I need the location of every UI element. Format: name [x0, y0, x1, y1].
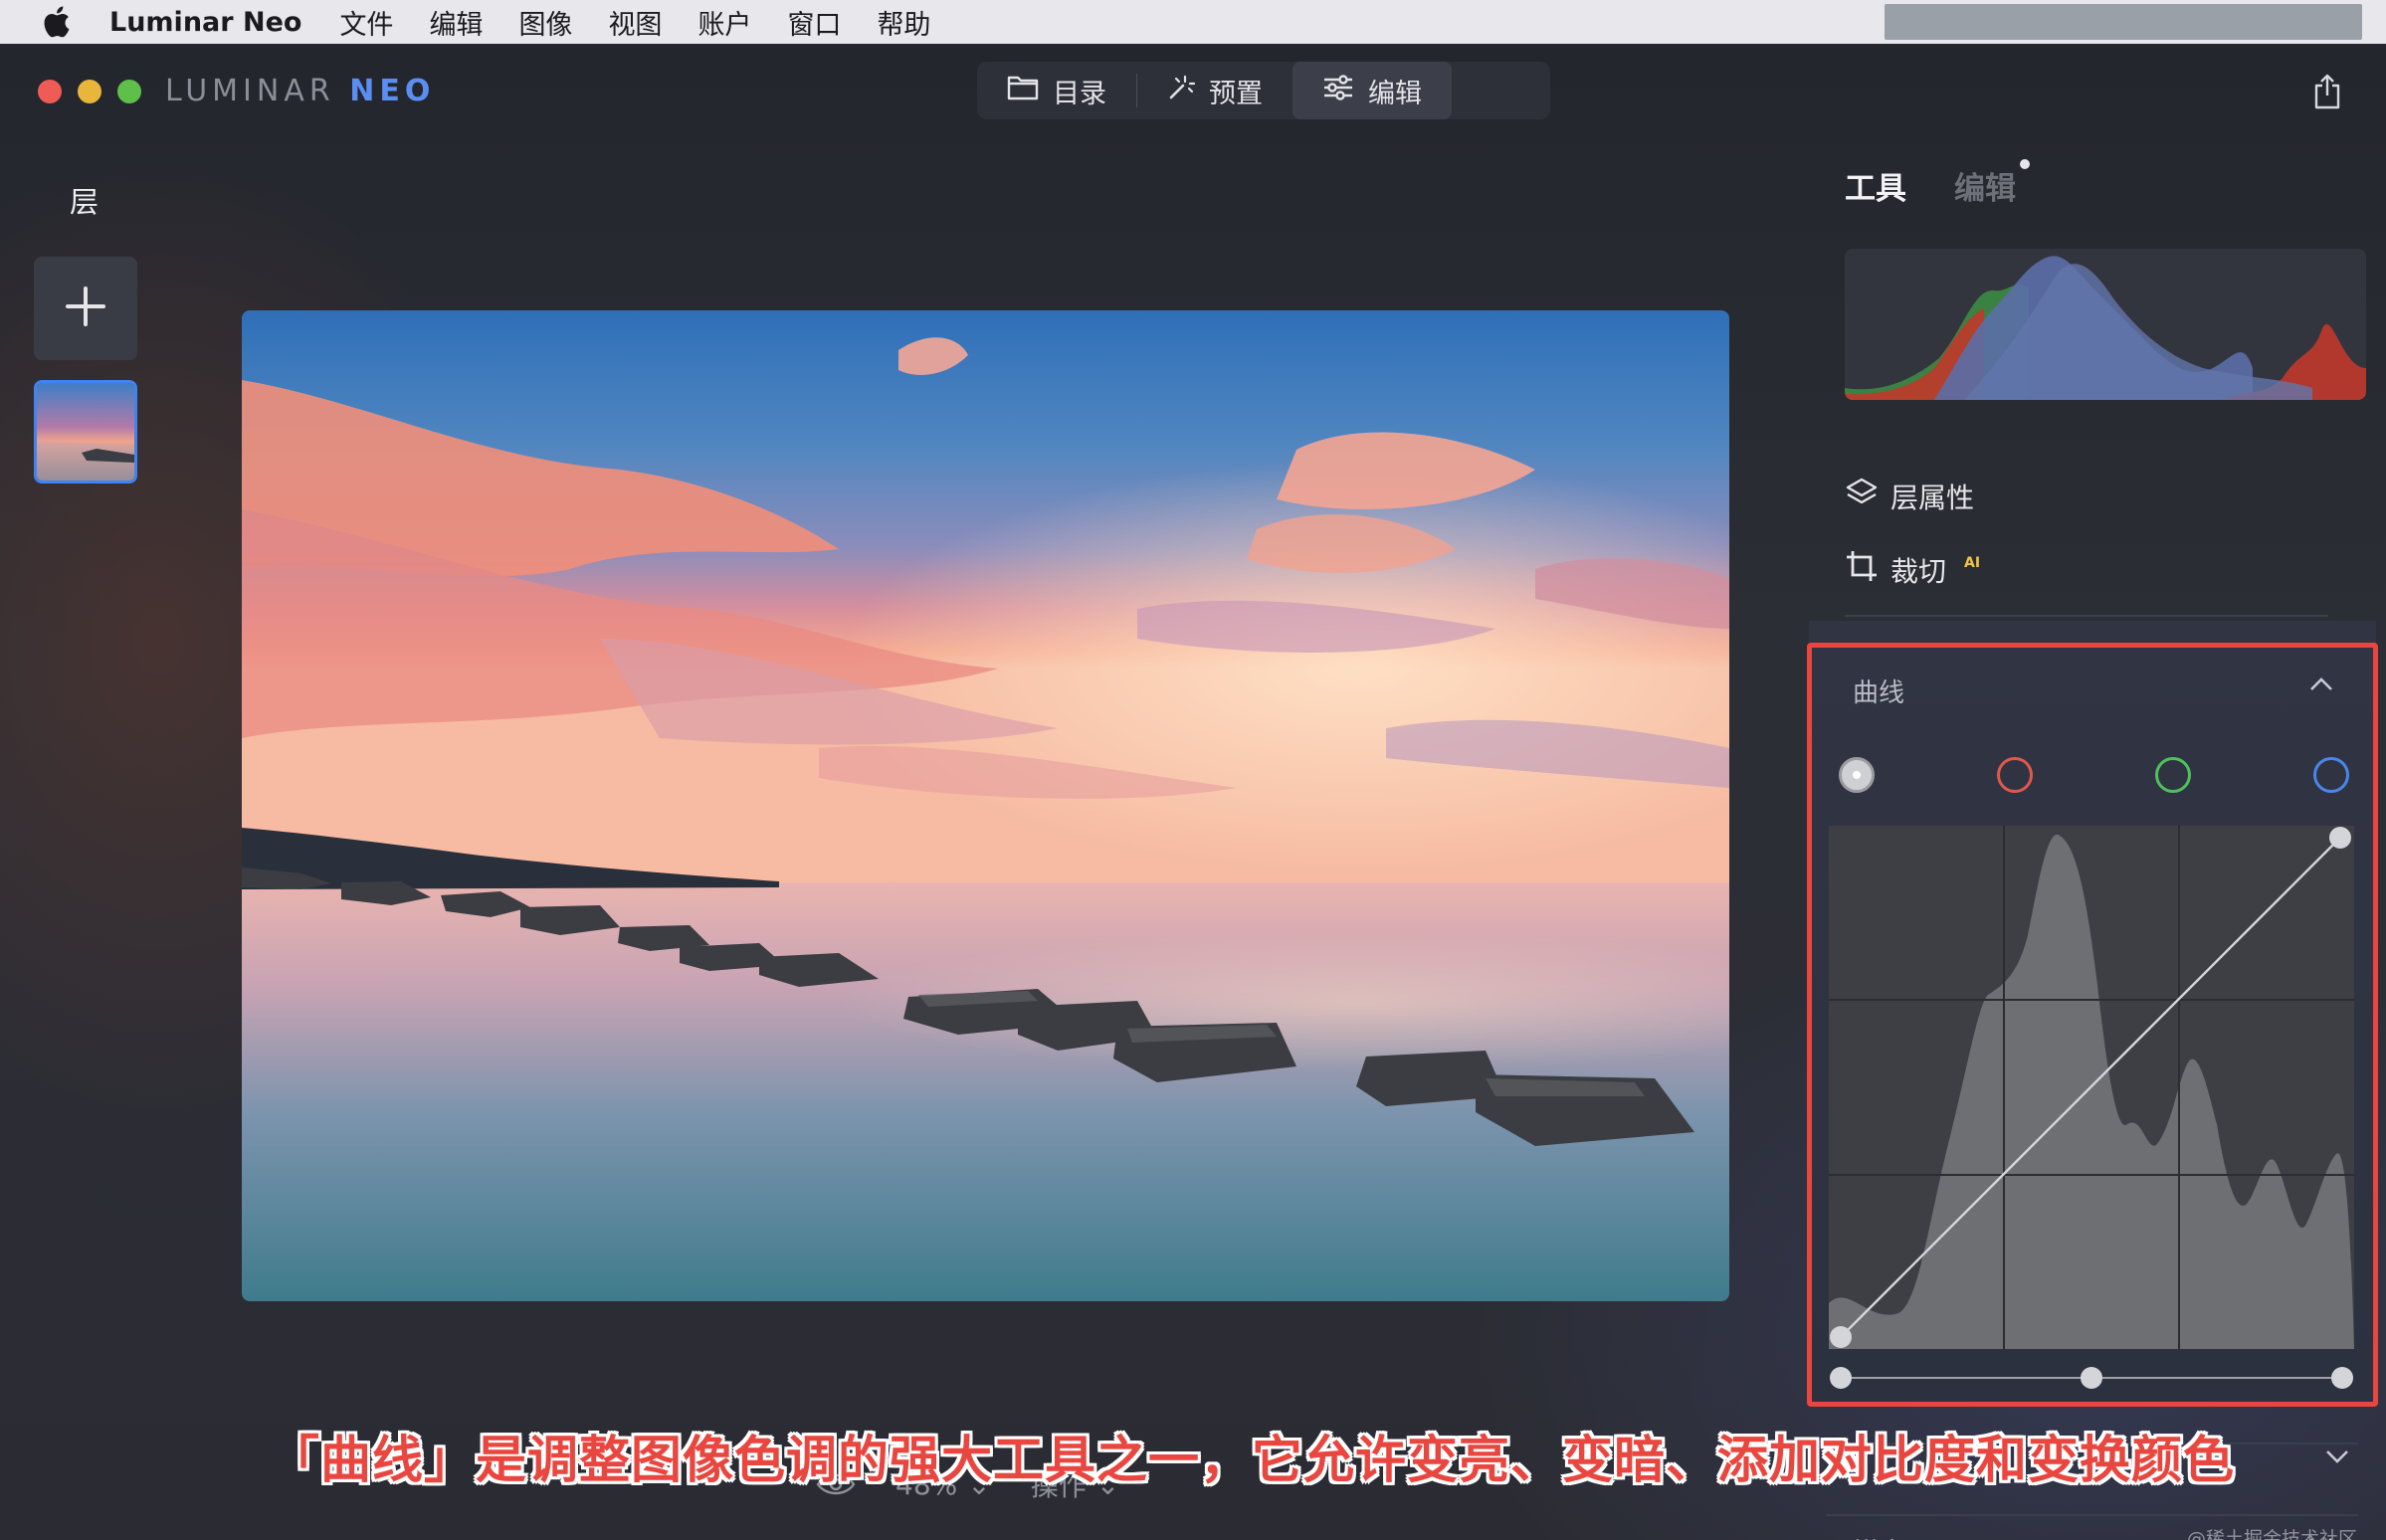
- tab-edit[interactable]: 编辑: [1292, 62, 1452, 119]
- sliders-icon: [1322, 74, 1354, 108]
- crop-icon: [1845, 549, 1879, 590]
- menubar-status-area: [1885, 4, 2362, 40]
- panel-divider: [1827, 1514, 2358, 1516]
- plus-icon: [64, 285, 107, 332]
- mode-tabs: 目录 预置 编辑: [977, 62, 1550, 119]
- panel-divider: [1845, 615, 2328, 617]
- magic-wand-icon: [1167, 74, 1196, 108]
- subtitle-caption: 「曲线」是调整图像色调的强大工具之一，它允许变亮、变暗、添加对比度和变换颜色: [269, 1432, 2236, 1490]
- layer-thumbnail[interactable]: [34, 380, 137, 483]
- tab-tools[interactable]: 工具: [1845, 163, 1906, 208]
- menu-file[interactable]: 文件: [339, 3, 393, 42]
- sharpness-tool-label[interactable]: 锐度: [1853, 1532, 1904, 1540]
- apple-icon[interactable]: [36, 2, 76, 42]
- tab-edits[interactable]: 编辑: [1954, 159, 2030, 208]
- layers-stack-icon: [1845, 476, 1879, 516]
- app-window: LUMINAR NEO 目录 预置 编辑 层 48% ⌄ 操作 ⌄ 工具 编辑 …: [0, 44, 2386, 1540]
- watermark: @稀土掘金技术社区: [2187, 1528, 2358, 1540]
- edits-indicator-dot: [2020, 159, 2030, 169]
- layer-properties-row[interactable]: 层属性: [1845, 476, 1974, 516]
- menu-help[interactable]: 帮助: [877, 3, 930, 42]
- menu-edit[interactable]: 编辑: [429, 3, 483, 42]
- close-window-button[interactable]: [38, 80, 62, 103]
- tab-presets-label: 预置: [1209, 78, 1263, 109]
- menu-image[interactable]: 图像: [518, 3, 572, 42]
- tab-presets[interactable]: 预置: [1137, 62, 1292, 119]
- minimize-window-button[interactable]: [78, 80, 101, 103]
- menu-account[interactable]: 账户: [697, 3, 751, 42]
- logo-accent: NEO: [349, 74, 436, 108]
- curves-highlight-frame: [1807, 643, 2378, 1407]
- tab-catalog[interactable]: 目录: [977, 62, 1136, 119]
- layers-title: 层: [70, 185, 99, 219]
- tab-edit-label: 编辑: [1368, 78, 1422, 109]
- ai-badge: AI: [1964, 554, 1981, 571]
- chevron-down-icon: [2324, 1448, 2350, 1468]
- tab-catalog-label: 目录: [1053, 78, 1106, 109]
- add-layer-button[interactable]: [34, 257, 137, 360]
- menu-window[interactable]: 窗口: [787, 3, 841, 42]
- zoom-window-button[interactable]: [117, 80, 141, 103]
- window-controls: [38, 80, 141, 103]
- crop-label: 裁切: [1890, 554, 1947, 588]
- main-photo-canvas[interactable]: [242, 310, 1729, 1301]
- crop-tool-row[interactable]: 裁切 AI: [1845, 549, 1980, 590]
- menu-view[interactable]: 视图: [608, 3, 662, 42]
- share-icon[interactable]: [2312, 74, 2342, 113]
- right-panel-tabs: 工具 编辑: [1845, 159, 2030, 208]
- folder-icon: [1007, 74, 1039, 108]
- layer-properties-label: 层属性: [1890, 481, 1975, 514]
- app-logo: LUMINAR NEO: [165, 74, 435, 108]
- app-name-menu[interactable]: Luminar Neo: [109, 7, 301, 38]
- tab-edits-label: 编辑: [1954, 171, 2016, 207]
- histogram: [1845, 249, 2366, 400]
- logo-text: LUMINAR: [165, 74, 335, 108]
- menubar: Luminar Neo 文件 编辑 图像 视图 账户 窗口 帮助: [0, 0, 2386, 44]
